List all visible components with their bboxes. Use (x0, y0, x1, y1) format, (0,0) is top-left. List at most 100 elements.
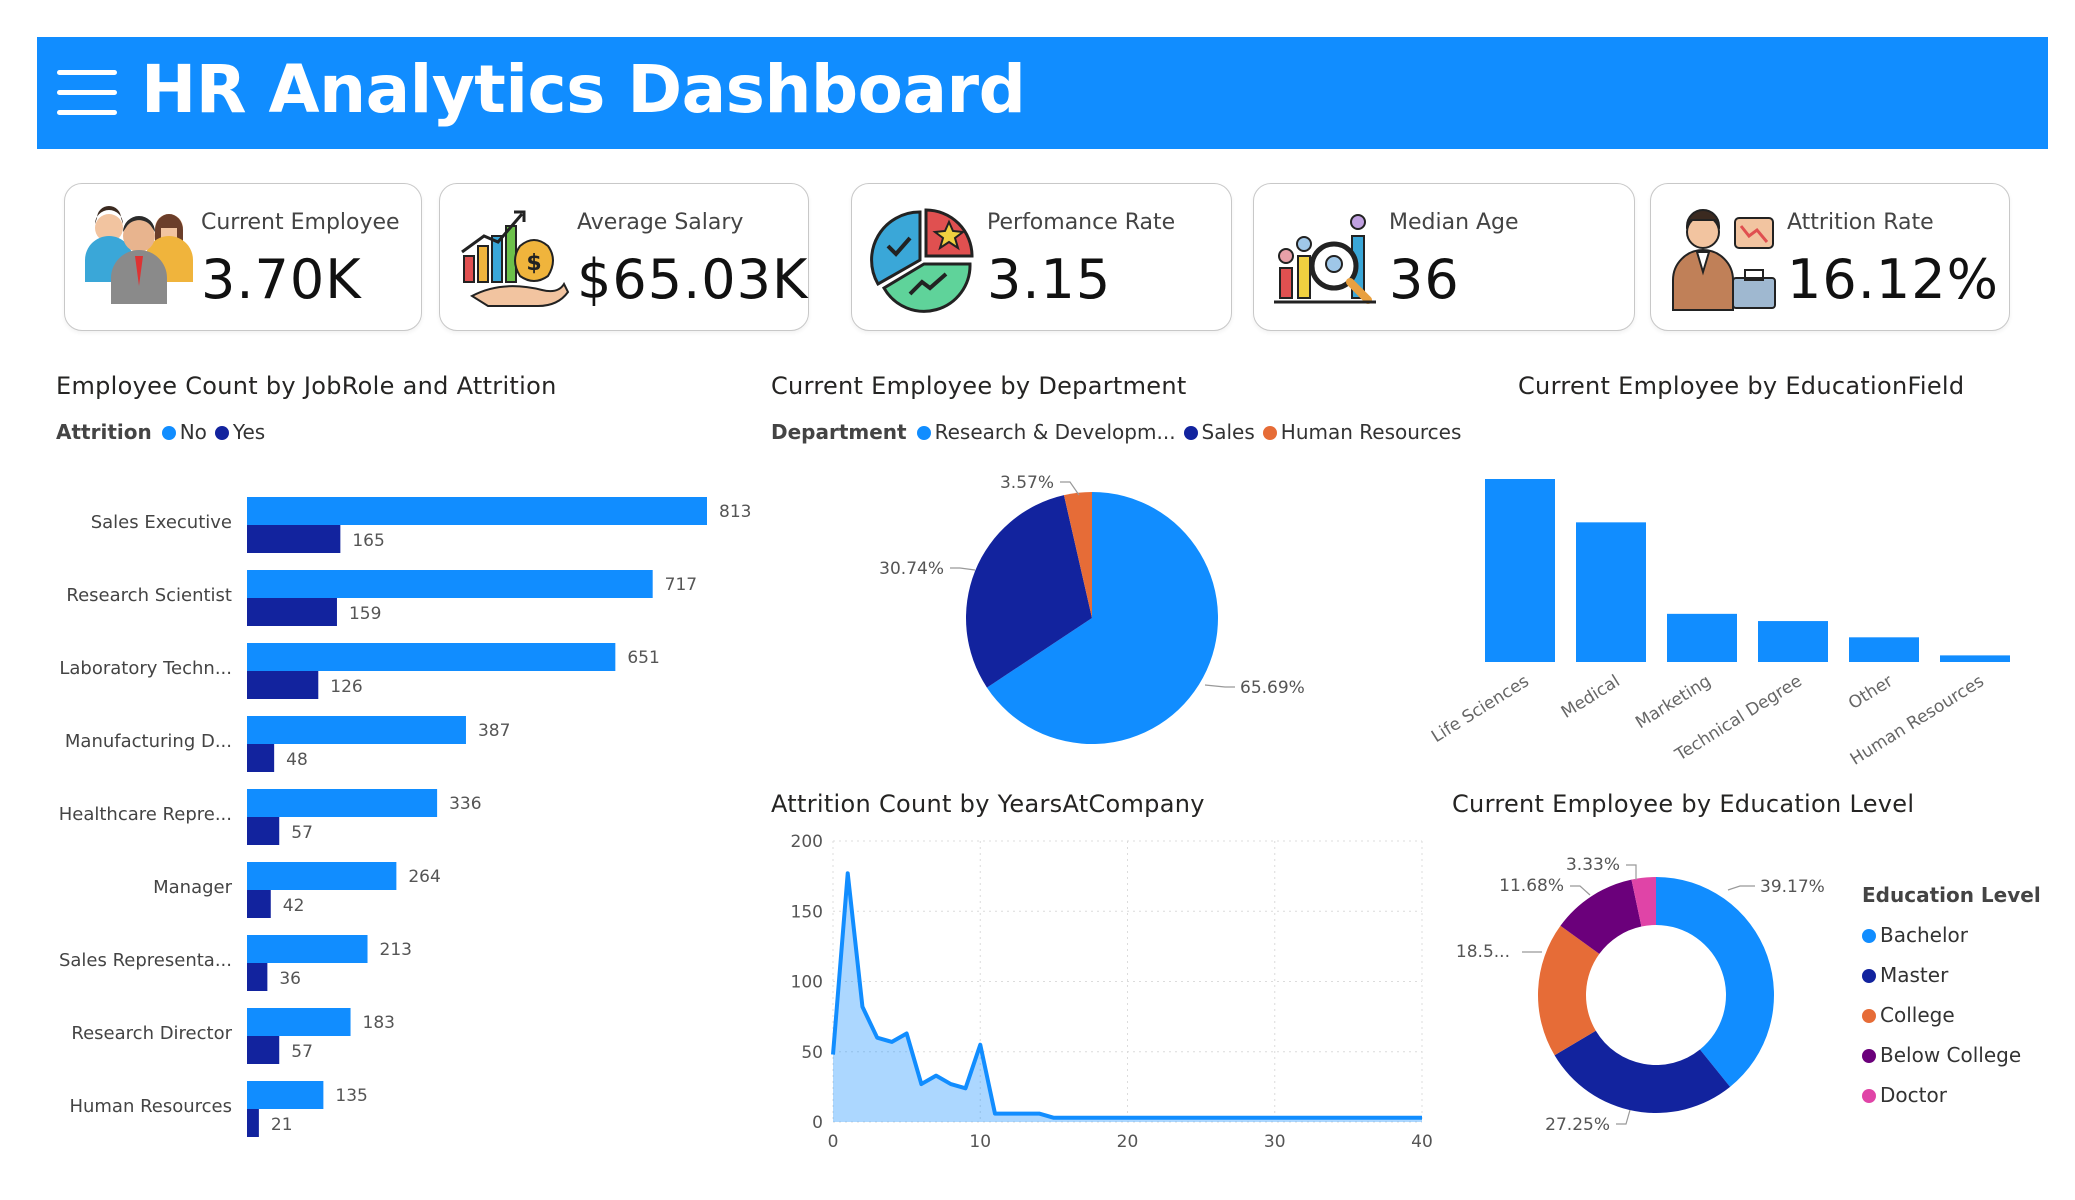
chart-title-jobrole: Employee Count by JobRole and Attrition (56, 372, 557, 400)
performance-chart-icon (870, 208, 974, 313)
years-area-chart[interactable]: 0 50 100 150 200 0 10 20 30 40 (760, 825, 1440, 1155)
kpi-value: $65.03K (577, 248, 809, 311)
data-label-yes: 165 (352, 531, 384, 551)
kpi-value: 3.70K (201, 248, 362, 311)
data-label-yes: 57 (291, 1042, 313, 1062)
leader-line (1204, 684, 1235, 688)
kpi-card-median-age[interactable]: Median Age 36 (1253, 183, 1635, 331)
bar (1576, 522, 1646, 662)
bar (1849, 637, 1919, 662)
legend-label: Yes (232, 420, 266, 444)
donut-slice (1554, 1030, 1731, 1113)
data-label: 3.57% (1000, 473, 1054, 493)
leader-line (1626, 864, 1637, 880)
employees-icon (85, 206, 193, 304)
data-label: 11.68% (1499, 876, 1564, 896)
legend-label: Bachelor (1880, 923, 1968, 947)
kpi-value: 3.15 (987, 248, 1112, 311)
data-label-yes: 21 (271, 1115, 293, 1135)
category-label: Manufacturing D... (65, 731, 232, 752)
legend-swatch (916, 426, 931, 440)
x-tick-label: 20 (1117, 1132, 1139, 1152)
menu-icon[interactable] (57, 70, 117, 116)
legend-swatch (1862, 1009, 1876, 1023)
bar-yes (247, 744, 275, 772)
bar-no (247, 1008, 351, 1036)
legend-label: Sales (1201, 420, 1255, 444)
legend-item-bachelor[interactable]: Bachelor (1862, 915, 2041, 955)
legend-swatch (1262, 426, 1277, 440)
education-field-bar-chart[interactable]: Life Sciences Medical MarketingTechnical D… (1400, 440, 2040, 780)
data-label-yes: 48 (286, 750, 308, 770)
data-label-no: 651 (627, 648, 659, 668)
kpi-label: Average Salary (577, 210, 744, 235)
legend-item-sales[interactable]: Sales (1183, 420, 1255, 444)
legend-swatch (1862, 1049, 1876, 1063)
legend-item-no[interactable]: No (161, 420, 207, 444)
kpi-card-current-employee[interactable]: Current Employee 3.70K (64, 183, 422, 331)
bar-yes (247, 890, 271, 918)
category-label: Healthcare Repre... (59, 804, 232, 825)
bar-yes (247, 1109, 259, 1137)
legend-item-master[interactable]: Master (1862, 955, 2041, 995)
data-label-yes: 42 (283, 896, 305, 916)
category-label: Manager (153, 877, 232, 898)
data-label-no: 183 (363, 1013, 395, 1033)
chart-title-years: Attrition Count by YearsAtCompany (771, 790, 1205, 818)
bar (1758, 621, 1828, 662)
data-label: 30.74% (879, 559, 944, 579)
bar-no (247, 789, 438, 817)
category-label: Sales Representa... (59, 950, 232, 971)
legend-swatch (1183, 426, 1198, 440)
legend-item-rnd[interactable]: Research & Developm... (916, 420, 1176, 444)
kpi-card-average-salary[interactable]: $ Average Salary $65.03K (439, 183, 809, 331)
bar-yes (247, 817, 280, 845)
page-title: HR Analytics Dashboard (141, 51, 1026, 128)
x-tick-label: 40 (1411, 1132, 1433, 1152)
chart-title-education-field: Current Employee by EducationField (1518, 372, 1965, 400)
legend-education-level: Education Level Bachelor Master College … (1862, 883, 2041, 1115)
bar-no (247, 643, 616, 671)
legend-item-below-college[interactable]: Below College (1862, 1035, 2041, 1075)
y-tick-label: 50 (801, 1043, 823, 1063)
data-label-no: 135 (335, 1086, 367, 1106)
legend-label: Below College (1880, 1043, 2022, 1067)
leader-line (1616, 1109, 1631, 1125)
jobrole-bar-chart[interactable]: Sales Executive 813 165 Research Scientist 7… (40, 470, 780, 1150)
department-pie-chart[interactable]: 65.69% 30.74% 3.57% (860, 455, 1340, 765)
category-label: Laboratory Techn... (59, 658, 232, 679)
legend-item-college[interactable]: College (1862, 995, 2041, 1035)
data-label: 18.5... (1456, 942, 1510, 962)
legend-label: Master (1880, 963, 1949, 987)
data-label: 3.33% (1566, 855, 1620, 875)
category-label: Life Sciences (1428, 671, 1533, 747)
kpi-value: 36 (1389, 248, 1460, 311)
header-bar: HR Analytics Dashboard (37, 37, 2048, 149)
kpi-label: Attrition Rate (1787, 210, 1934, 235)
kpi-card-performance-rate[interactable]: Perfomance Rate 3.15 (851, 183, 1232, 331)
data-label-yes: 159 (349, 604, 381, 624)
kpi-label: Current Employee (201, 210, 400, 235)
bar (1940, 655, 2010, 662)
bar-no (247, 862, 397, 890)
leader-line (1727, 885, 1755, 891)
kpi-card-attrition-rate[interactable]: Attrition Rate 16.12% (1650, 183, 2010, 331)
category-label: Medical (1558, 671, 1624, 722)
bar-no (247, 935, 368, 963)
legend-item-yes[interactable]: Yes (214, 420, 266, 444)
legend-swatch (214, 426, 229, 440)
legend-label: Doctor (1880, 1083, 1947, 1107)
y-tick-label: 100 (791, 973, 823, 993)
data-label: 39.17% (1760, 877, 1825, 897)
education-level-donut-chart[interactable]: 39.17% 27.25% 18.5... 11.68%3.33% (1440, 840, 1860, 1150)
legend-item-doctor[interactable]: Doctor (1862, 1075, 2041, 1115)
legend-label: College (1880, 1003, 1955, 1027)
data-label-yes: 57 (291, 823, 313, 843)
data-label-no: 717 (665, 575, 697, 595)
category-label: Other (1845, 671, 1897, 714)
legend-title: Education Level (1862, 883, 2041, 907)
x-tick-label: 30 (1264, 1132, 1286, 1152)
kpi-value: 16.12% (1787, 248, 1999, 311)
category-label: Marketing (1632, 671, 1714, 733)
bar-no (247, 1081, 324, 1109)
